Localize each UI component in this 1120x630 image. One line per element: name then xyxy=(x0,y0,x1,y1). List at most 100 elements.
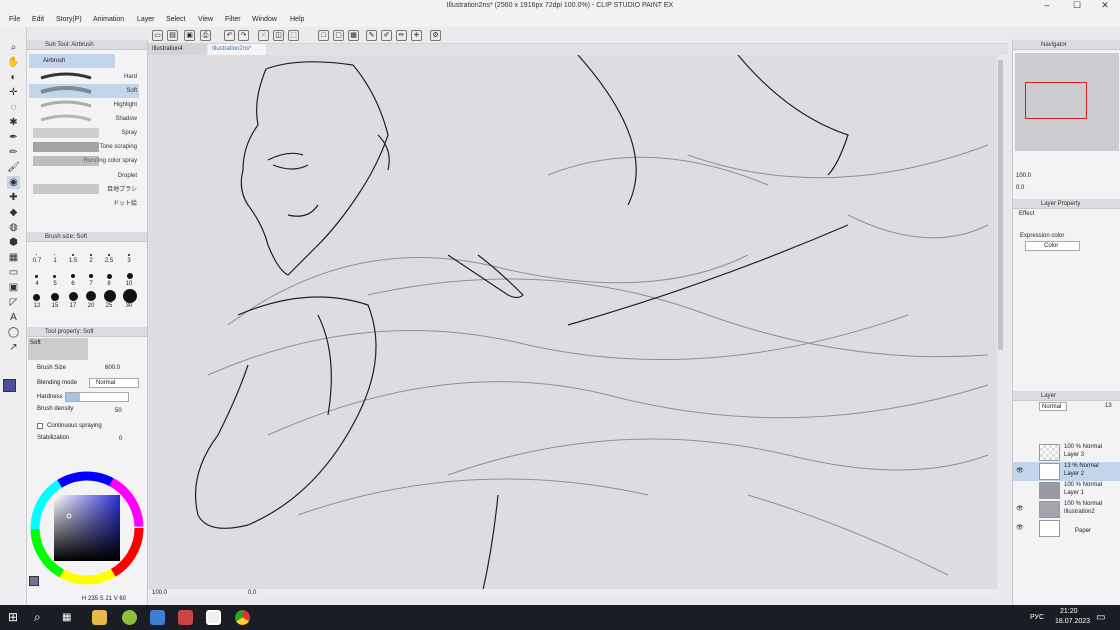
snap-grid-icon[interactable]: ✏ xyxy=(396,30,407,41)
lasso-tool-icon[interactable]: ◌ xyxy=(7,101,20,114)
eye-icon[interactable]: 👁 xyxy=(1016,524,1024,531)
size-label[interactable]: 4 xyxy=(29,281,45,287)
task-view-icon[interactable]: ▦ xyxy=(62,610,77,625)
chrome-icon[interactable] xyxy=(235,610,250,625)
menu-view[interactable]: View xyxy=(198,16,213,23)
deselect-icon[interactable]: ▢ xyxy=(333,30,344,41)
blending-mode-select[interactable]: Normal xyxy=(89,378,139,388)
menu-window[interactable]: Window xyxy=(252,16,277,23)
minimize-button[interactable]: – xyxy=(1032,0,1062,10)
tab-illustration4[interactable]: Illustration4 xyxy=(148,44,206,55)
color-wheel[interactable] xyxy=(27,468,147,603)
brush-size-value[interactable]: 600.0 xyxy=(105,365,120,371)
size-label[interactable]: 2 xyxy=(83,258,99,264)
size-label[interactable]: 2.5 xyxy=(101,258,117,264)
eye-icon[interactable]: 👁 xyxy=(1016,505,1024,512)
calculator-icon[interactable] xyxy=(150,610,165,625)
size-label[interactable]: 20 xyxy=(83,303,99,309)
notification-icon[interactable]: ▭ xyxy=(1096,610,1111,625)
frame-tool-icon[interactable]: ▣ xyxy=(7,281,20,294)
menu-layer[interactable]: Layer xyxy=(137,16,155,23)
size-label[interactable]: 0.7 xyxy=(29,258,45,264)
menu-file[interactable]: File xyxy=(9,16,20,23)
eyedropper-tool-icon[interactable]: ◐ xyxy=(7,71,20,84)
tab-illustration2ns[interactable]: Illustration2ns* xyxy=(208,44,266,55)
hand-tool-icon[interactable]: ✋ xyxy=(7,56,20,69)
gradient-tool-icon[interactable]: ▦ xyxy=(7,251,20,264)
size-label[interactable]: 1.5 xyxy=(65,258,81,264)
size-label[interactable]: 15 xyxy=(47,303,63,309)
expression-color-select[interactable]: Color xyxy=(1025,241,1080,251)
clear-icon[interactable]: ⁙ xyxy=(258,30,269,41)
clip-studio-icon[interactable] xyxy=(206,610,221,625)
navigator-angle[interactable]: 0.0 xyxy=(1016,185,1024,191)
menu-animation[interactable]: Animation xyxy=(93,16,124,23)
snap-special-ruler-icon[interactable]: ✐ xyxy=(381,30,392,41)
print-icon[interactable]: ⎙ xyxy=(200,30,211,41)
fill-tool-icon[interactable]: ⬢ xyxy=(7,236,20,249)
redo-icon[interactable]: ↷ xyxy=(238,30,249,41)
canvas[interactable] xyxy=(148,55,998,590)
pen-tool-icon[interactable]: ✒ xyxy=(7,131,20,144)
move-tool-icon[interactable]: ✛ xyxy=(7,86,20,99)
correct-line-tool-icon[interactable]: ↗ xyxy=(7,341,20,354)
magic-wand-tool-icon[interactable]: ✱ xyxy=(7,116,20,129)
brush-density-value[interactable]: 50 xyxy=(115,408,122,414)
layer-row[interactable]: 100 % Normal Layer 3 xyxy=(1013,443,1120,462)
size-label[interactable]: 3 xyxy=(121,258,137,264)
transform-icon[interactable]: ⬚ xyxy=(288,30,299,41)
save-icon[interactable]: ▣ xyxy=(184,30,195,41)
current-color-swatch[interactable] xyxy=(29,576,39,586)
undo-icon[interactable]: ↶ xyxy=(224,30,235,41)
settings-icon[interactable]: ⚙ xyxy=(430,30,441,41)
decoration-tool-icon[interactable]: ✚ xyxy=(7,191,20,204)
subtool-group[interactable]: Airbrush xyxy=(29,54,115,68)
eye-icon[interactable]: 👁 xyxy=(1016,467,1024,474)
size-label[interactable]: 1 xyxy=(47,258,63,264)
text-tool-icon[interactable]: A xyxy=(7,311,20,324)
size-label[interactable]: 7 xyxy=(83,281,99,287)
balloon-tool-icon[interactable]: ◯ xyxy=(7,326,20,339)
menu-story[interactable]: Story(P) xyxy=(56,16,82,23)
fill-icon[interactable]: ◫ xyxy=(273,30,284,41)
windows-start-icon[interactable]: ⊞ xyxy=(8,610,23,625)
pencil-tool-icon[interactable]: ✏ xyxy=(7,146,20,159)
angle-readout[interactable]: 0.0 xyxy=(248,590,256,596)
search-icon[interactable]: ⌕ xyxy=(34,610,49,625)
continuous-spraying-checkbox[interactable] xyxy=(37,423,43,429)
layer-blend-select[interactable]: Normal xyxy=(1039,402,1067,411)
layer-row[interactable]: 👁 13 % Normal Layer 2 xyxy=(1013,462,1120,481)
app-icon[interactable] xyxy=(122,610,137,625)
clock-time[interactable]: 21:20 xyxy=(1060,608,1078,615)
select-all-icon[interactable]: □ xyxy=(318,30,329,41)
ruler-tool-icon[interactable]: ◸ xyxy=(7,296,20,309)
stabilization-value[interactable]: 0 xyxy=(119,436,122,442)
size-label[interactable]: 8 xyxy=(101,281,117,287)
size-label[interactable]: 5 xyxy=(47,281,63,287)
snap-ruler-icon[interactable]: ✎ xyxy=(366,30,377,41)
menu-filter[interactable]: Filter xyxy=(225,16,241,23)
clock-date[interactable]: 18.07.2023 xyxy=(1055,618,1090,625)
menu-select[interactable]: Select xyxy=(166,16,185,23)
navigator-zoom[interactable]: 100.0 xyxy=(1016,173,1031,179)
navigator-viewport[interactable] xyxy=(1025,82,1087,119)
open-icon[interactable]: ▤ xyxy=(167,30,178,41)
layer-row[interactable]: 100 % Normal Layer 1 xyxy=(1013,481,1120,500)
zoom-tool-icon[interactable]: ⌕ xyxy=(7,41,20,54)
hardness-slider[interactable] xyxy=(65,392,129,402)
figure-tool-icon[interactable]: ▭ xyxy=(7,266,20,279)
app-icon[interactable] xyxy=(178,610,193,625)
size-label[interactable]: 30 xyxy=(121,303,137,309)
menu-edit[interactable]: Edit xyxy=(32,16,44,23)
eraser-tool-icon[interactable]: ◆ xyxy=(7,206,20,219)
main-color-swatch[interactable] xyxy=(3,379,16,392)
keyboard-language[interactable]: РУС xyxy=(1030,614,1044,621)
menu-help[interactable]: Help xyxy=(290,16,304,23)
blend-tool-icon[interactable]: ◍ xyxy=(7,221,20,234)
size-label[interactable]: 6 xyxy=(65,281,81,287)
layer-opacity[interactable]: 13 xyxy=(1105,403,1112,409)
size-label[interactable]: 17 xyxy=(65,303,81,309)
file-explorer-icon[interactable] xyxy=(92,610,107,625)
new-icon[interactable]: ▭ xyxy=(152,30,163,41)
maximize-button[interactable]: ☐ xyxy=(1062,0,1092,11)
